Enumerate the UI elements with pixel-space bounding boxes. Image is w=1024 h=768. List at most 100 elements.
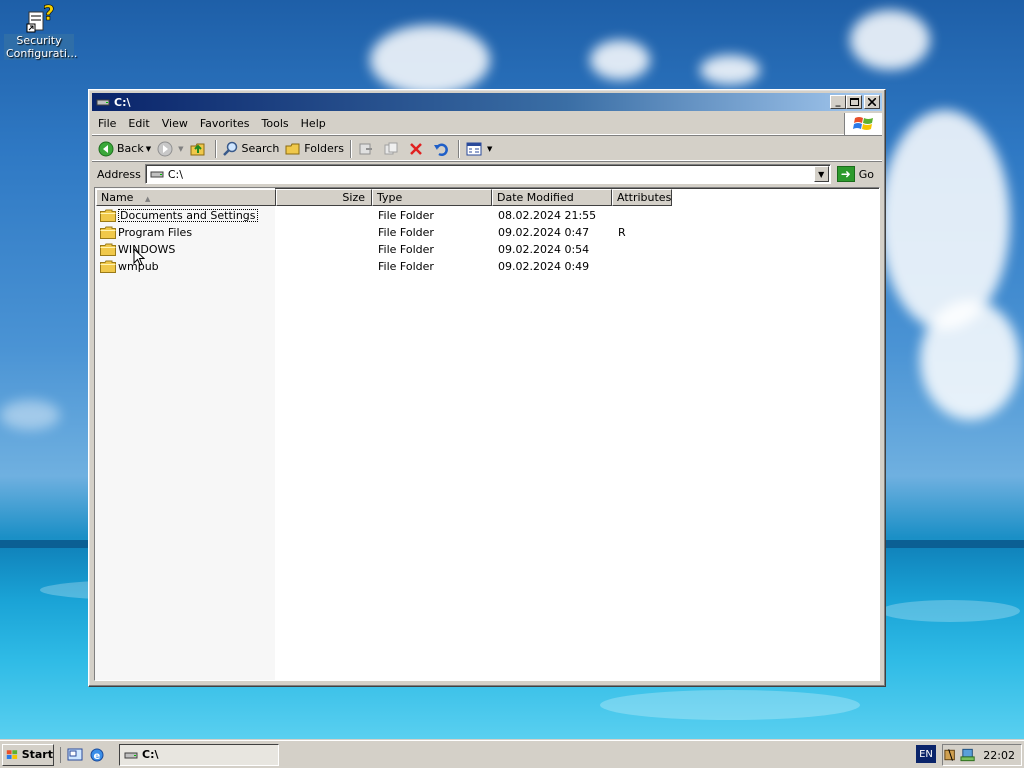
network-tray-icon[interactable] [960,747,975,763]
undo-button[interactable] [430,138,455,160]
file-list[interactable]: Name ▲ Size Type Date Modified Attribute… [94,187,880,681]
file-name: Program Files [118,226,193,239]
chevron-down-icon: ▼ [818,169,825,179]
file-type: File Folder [378,243,434,256]
close-button[interactable] [864,95,880,109]
security-tray-icon[interactable] [943,747,958,763]
address-input[interactable]: C:\ ▼ [144,164,831,184]
start-label: Start [21,748,53,761]
table-row[interactable]: Documents and Settings File Folder 08.02… [96,207,878,224]
search-icon [222,141,239,157]
file-date: 09.02.2024 0:49 [498,260,590,273]
column-header-size-label: Size [342,191,365,204]
cloud [880,110,1010,330]
file-date: 08.02.2024 21:55 [498,209,597,222]
cloud [920,300,1020,420]
column-header-size[interactable]: Size [276,189,372,206]
folders-icon [285,141,301,157]
show-desktop-icon[interactable] [67,747,83,763]
close-icon [868,98,876,106]
move-to-button[interactable] [355,138,380,160]
address-label: Address [97,167,141,181]
desktop-icon-security-configuration[interactable]: ? Security Configurati... [4,1,77,60]
taskbar-button-label: C:\ [142,748,159,761]
sort-ascending-icon: ▲ [144,195,151,203]
back-dropdown-icon[interactable]: ▼ [146,145,151,153]
start-button[interactable]: Start [2,743,54,766]
go-button[interactable]: ➜ Go [831,164,882,184]
minimize-button[interactable]: _ [830,95,846,109]
windows-flag-icon [6,749,18,759]
menu-favorites[interactable]: Favorites [194,115,256,132]
column-header-date-modified[interactable]: Date Modified [492,189,612,206]
cloud [590,40,650,80]
menu-file[interactable]: File [92,115,122,132]
copy-to-icon [383,141,399,157]
folder-icon [100,226,116,239]
table-row[interactable]: Program Files File Folder 09.02.2024 0:4… [96,224,878,241]
menu-edit[interactable]: Edit [122,115,155,132]
file-type: File Folder [378,260,434,273]
table-row[interactable]: wmpub File Folder 09.02.2024 0:49 [96,258,878,275]
column-header-attributes-label: Attributes [617,191,672,204]
svg-text:?: ? [43,2,55,25]
standard-toolbar: Back ▼ ▼ Search Folders ▼ [92,137,882,161]
window-title: C:\ [114,95,131,109]
drive-icon [150,171,164,178]
folder-icon [100,243,116,256]
drive-icon [124,752,138,758]
title-bar[interactable]: C:\ _ [92,93,882,111]
drive-icon [96,99,110,106]
folder-icon [100,260,116,273]
menu-view[interactable]: View [156,115,194,132]
file-rows: Documents and Settings File Folder 08.02… [96,207,878,275]
minimize-icon: _ [835,96,841,107]
undo-icon [433,141,449,157]
up-button[interactable] [187,138,212,160]
copy-to-button[interactable] [380,138,405,160]
move-to-icon [358,141,374,157]
quick-launch: e [60,746,105,763]
clock[interactable]: 22:02 [983,749,1015,762]
security-config-help-icon: ? [23,1,55,34]
cloud [850,10,930,70]
menu-help[interactable]: Help [295,115,332,132]
delete-button[interactable] [405,138,430,160]
column-header-type[interactable]: Type [372,189,492,206]
folder-up-icon [190,141,206,157]
file-attributes: R [618,226,626,239]
back-label: Back [117,142,144,155]
views-dropdown-icon[interactable]: ▼ [487,145,492,153]
column-header-attributes[interactable]: Attributes [612,189,672,206]
file-type: File Folder [378,209,434,222]
language-indicator[interactable]: EN [916,745,936,763]
column-header-name-label: Name [101,191,134,204]
toolbar-separator [458,139,461,158]
file-name: WINDOWS [118,243,176,256]
file-date: 09.02.2024 0:47 [498,226,590,239]
system-tray: 22:02 [942,744,1022,766]
address-bar: Address C:\ ▼ ➜ Go [92,163,882,185]
folders-button[interactable]: Folders [282,138,347,160]
forward-button[interactable]: ▼ [154,138,186,160]
back-button[interactable]: Back ▼ [95,138,154,160]
windows-logo-icon [844,113,882,135]
internet-explorer-icon[interactable]: e [89,747,105,763]
menu-tools[interactable]: Tools [256,115,295,132]
views-button[interactable]: ▼ [463,138,495,160]
forward-dropdown-icon[interactable]: ▼ [178,145,183,153]
address-dropdown-button[interactable]: ▼ [813,166,829,182]
table-row[interactable]: WINDOWS File Folder 09.02.2024 0:54 [96,241,878,258]
column-header-name[interactable]: Name ▲ [96,189,276,206]
maximize-button[interactable] [846,95,862,109]
taskbar: Start e C:\ EN 22:02 [0,740,1024,768]
menu-bar: File Edit View Favorites Tools Help [92,113,882,135]
cloud [700,55,760,85]
maximize-icon [849,98,859,106]
search-button[interactable]: Search [220,138,283,160]
taskbar-button-explorer[interactable]: C:\ [119,743,279,766]
forward-arrow-icon [157,141,173,157]
column-header-date-label: Date Modified [497,191,574,204]
views-grid-icon [466,141,482,157]
go-label: Go [858,167,874,181]
